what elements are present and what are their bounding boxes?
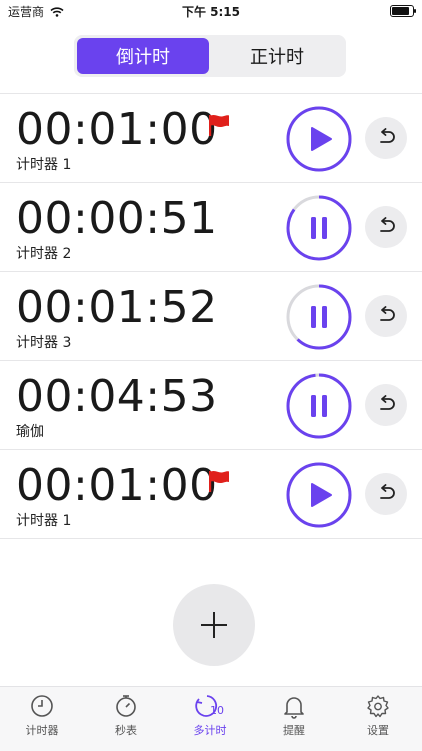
pause-icon bbox=[311, 395, 327, 417]
reset-icon bbox=[380, 306, 395, 321]
tab-label: 秒表 bbox=[115, 724, 137, 737]
tab-stopwatch[interactable]: 秒表 bbox=[84, 693, 168, 738]
timer-time: 00:01:52 bbox=[16, 282, 218, 333]
tab-reminder[interactable]: 提醒 bbox=[252, 693, 336, 738]
reset-icon bbox=[380, 217, 395, 232]
timer-row[interactable]: 00:01:52 计时器 3 bbox=[0, 271, 422, 360]
plus-icon bbox=[201, 612, 227, 638]
timer-time: 00:01:00 bbox=[16, 104, 218, 155]
reset-button[interactable] bbox=[365, 117, 407, 159]
timer-row[interactable]: 00:00:51 计时器 2 bbox=[0, 182, 422, 271]
timer-time: 00:04:53 bbox=[16, 371, 218, 422]
tab-label: 提醒 bbox=[283, 724, 305, 737]
play-icon bbox=[311, 127, 332, 151]
timer-time: 00:01:00 bbox=[16, 460, 218, 511]
tab-multi-timer[interactable]: 10 多计时 bbox=[168, 693, 252, 738]
tab-settings[interactable]: 设置 bbox=[336, 693, 420, 738]
pause-icon bbox=[311, 217, 327, 239]
mode-segmented-control: 倒计时 正计时 bbox=[74, 35, 346, 77]
timer-row[interactable]: 00:04:53 瑜伽 bbox=[0, 360, 422, 449]
gear-icon bbox=[367, 695, 389, 718]
add-timer-button[interactable] bbox=[173, 584, 255, 666]
timer-name: 瑜伽 bbox=[16, 424, 44, 440]
timer-time: 00:00:51 bbox=[16, 193, 218, 244]
stopwatch-icon bbox=[116, 695, 136, 717]
play-icon bbox=[311, 483, 332, 507]
pause-icon bbox=[311, 306, 327, 328]
timer-name: 计时器 1 bbox=[16, 157, 72, 173]
status-time: 下午 5:15 bbox=[181, 5, 241, 19]
tab-label: 设置 bbox=[367, 724, 389, 737]
pause-button[interactable] bbox=[284, 371, 354, 441]
multi-timer-icon: 10 bbox=[195, 695, 224, 717]
reset-icon bbox=[380, 484, 395, 499]
timer-row[interactable]: 00:01:00 计时器 1 bbox=[0, 93, 422, 182]
bell-icon bbox=[284, 697, 304, 719]
tab-label: 计时器 bbox=[25, 724, 59, 737]
pause-button[interactable] bbox=[284, 193, 354, 263]
flag-icon bbox=[209, 470, 229, 492]
timer-name: 计时器 3 bbox=[16, 335, 72, 351]
reset-button[interactable] bbox=[365, 384, 407, 426]
tab-bar: 计时器 秒表 10 多计时 提醒 设置 bbox=[0, 686, 422, 751]
battery-level bbox=[392, 7, 409, 15]
timer-row[interactable]: 00:01:00 计时器 1 bbox=[0, 449, 422, 539]
play-button[interactable] bbox=[284, 460, 354, 530]
tab-label: 多计时 bbox=[193, 724, 227, 737]
badge-text: 10 bbox=[210, 704, 224, 717]
clock-icon bbox=[31, 695, 53, 717]
tab-timer[interactable]: 计时器 bbox=[0, 693, 84, 738]
reset-button[interactable] bbox=[365, 473, 407, 515]
timer-name: 计时器 1 bbox=[16, 513, 72, 529]
pause-button[interactable] bbox=[284, 282, 354, 352]
tab-countup[interactable]: 正计时 bbox=[211, 38, 343, 74]
play-button[interactable] bbox=[284, 104, 354, 174]
reset-button[interactable] bbox=[365, 206, 407, 248]
timer-name: 计时器 2 bbox=[16, 246, 72, 262]
battery-icon bbox=[390, 5, 416, 17]
reset-icon bbox=[380, 395, 395, 410]
status-bar: 运营商 下午 5:15 bbox=[0, 0, 422, 22]
tab-countdown[interactable]: 倒计时 bbox=[77, 38, 209, 74]
reset-button[interactable] bbox=[365, 295, 407, 337]
reset-icon bbox=[380, 128, 395, 143]
flag-icon bbox=[209, 114, 229, 136]
timer-list: 00:01:00 计时器 1 00:00:51 计时器 2 00:01:52 计时器 30… bbox=[0, 93, 422, 539]
